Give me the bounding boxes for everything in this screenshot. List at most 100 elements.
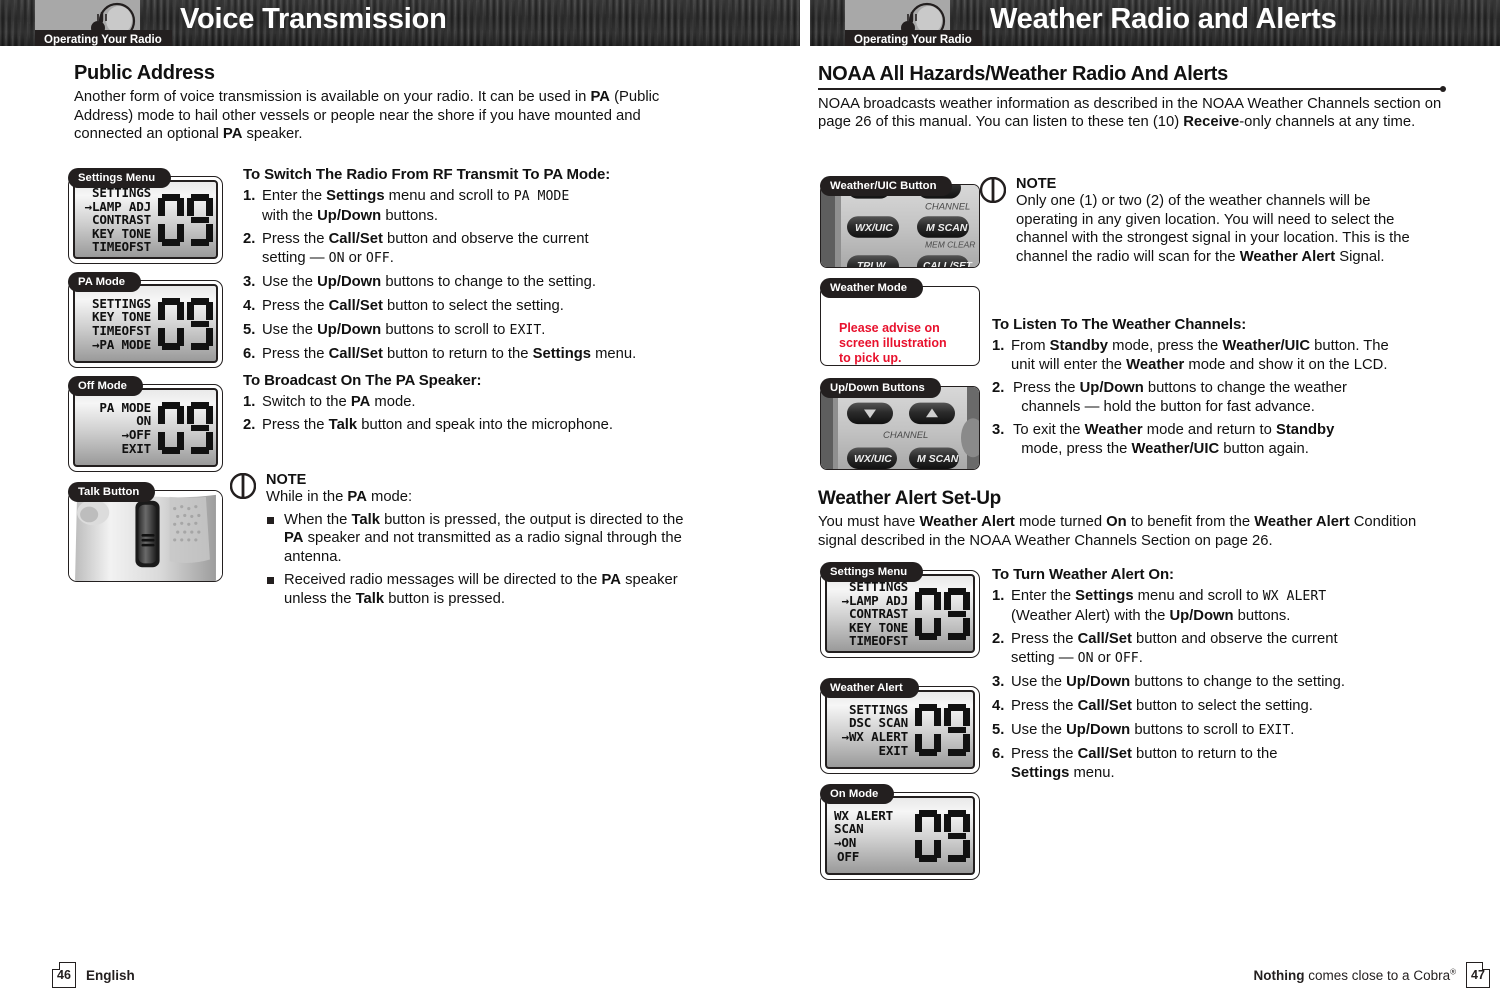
- right-header-tab: Operating Your Radio: [845, 30, 982, 46]
- card-talk-button: Talk Button: [68, 482, 223, 582]
- lcd-line: WX ALERT: [834, 807, 894, 823]
- proc1-steps: 1. Enter the Settings menu and scroll to …: [243, 187, 668, 364]
- step-item: 2. Press the Talk button and speak into t…: [243, 417, 613, 434]
- lcd-line: SETTINGS: [848, 701, 908, 717]
- note-lead: While in the PA mode:: [266, 489, 413, 505]
- note-bullet: When the Talk button is pressed, the out…: [266, 511, 696, 567]
- card-off-mode: PA MODE ON →OFF EXIT Off Mode: [68, 376, 223, 472]
- note-body: Only one (1) or two (2) of the weather c…: [1016, 193, 1410, 265]
- proc1-title: To Switch The Radio From RF Transmit To …: [243, 166, 611, 183]
- card-weather-mode: Please advise on screen illustration to pi…: [820, 278, 980, 366]
- svg-text:WX/UIC: WX/UIC: [855, 223, 893, 234]
- lcd-screen: SETTINGS →LAMP ADJ CONTRAST KEY TONE TIM…: [73, 180, 218, 259]
- lcd-line: SETTINGS: [91, 185, 151, 201]
- lcd-line: TIMEOFST: [91, 239, 151, 255]
- note-title: NOTE: [266, 472, 307, 488]
- left-note-block: NOTE While in the PA mode: When the Talk…: [230, 472, 696, 614]
- right-page-header: Weather Radio and Alerts Operating Your …: [810, 0, 1500, 46]
- lcd-line: KEY TONE: [848, 619, 908, 635]
- svg-text:MEM CLEAR: MEM CLEAR: [925, 240, 975, 250]
- lcd-channel-digits: [911, 576, 973, 651]
- card-weather-uic-button: CHANNEL WX/UIC M SCAN MEM CLEAR TRI W CA…: [820, 176, 980, 268]
- left-footer: 46 English: [51, 961, 135, 988]
- lcd-screen: SETTINGS DSC SCAN →WX ALERT EXIT: [825, 690, 975, 769]
- lcd-channel-digits: [911, 798, 973, 873]
- weather-alert-setup-section: Weather Alert Set-Up You must have Weath…: [818, 488, 1443, 550]
- talk-button-photo: [69, 491, 222, 581]
- lcd-line: KEY TONE: [91, 309, 151, 325]
- step-item: 5. Use the Up/Down buttons to scroll to E…: [243, 321, 546, 338]
- lcd-line: →WX ALERT: [841, 729, 909, 744]
- note-icon: [980, 177, 1006, 203]
- step-item: 4. Press the Call/Set button to select th…: [243, 297, 564, 314]
- lcd-line: KEY TONE: [91, 225, 151, 241]
- proc2-title: To Broadcast On The PA Speaker:: [243, 371, 482, 389]
- page-number-right: 47: [1466, 961, 1491, 988]
- lcd-screen: SETTINGS KEY TONE TIMEOFST →PA MODE: [73, 284, 218, 363]
- card-tab-label: Off Mode: [68, 376, 143, 396]
- lcd-screen: PA MODE ON →OFF EXIT: [73, 388, 218, 467]
- note-bullets: When the Talk button is pressed, the out…: [266, 511, 696, 609]
- footer-tagline: Nothing comes close to a Cobra®: [1253, 967, 1456, 983]
- step-item: 2. Press the Call/Set button and observe …: [243, 231, 589, 266]
- step-item: 1. Switch to the PA mode.: [243, 393, 416, 410]
- right-header-title: Weather Radio and Alerts: [990, 3, 1337, 35]
- lcd-line: SCAN: [834, 821, 864, 837]
- footer-language: English: [86, 967, 135, 983]
- card-tab-label: Settings Menu: [820, 562, 924, 582]
- weather-alert-setup-intro: You must have Weather Alert mode turned …: [818, 514, 1417, 549]
- lcd-line: ON: [136, 413, 151, 429]
- right-footer: Nothing comes close to a Cobra® 47: [1253, 961, 1491, 988]
- step-item: 6. Press the Call/Set button to return to…: [992, 746, 1278, 781]
- step-item: 3. To exit the Weather mode and return to…: [992, 422, 1335, 457]
- card-tab-label: Up/Down Buttons: [820, 378, 941, 398]
- card-tab-label: Weather/UIC Button: [820, 176, 953, 196]
- card-tab-label: Settings Menu: [68, 168, 172, 188]
- lcd-line: →ON: [834, 835, 857, 850]
- card-r-settings-menu: SETTINGS →LAMP ADJ CONTRAST KEY TONE TIM…: [820, 562, 980, 658]
- card-tab-label: On Mode: [820, 784, 895, 804]
- step-item: 6. Press the Call/Set button to return to…: [243, 346, 637, 363]
- lcd-line: TIMEOFST: [848, 633, 908, 649]
- section-title-weather-alert-setup: Weather Alert Set-Up: [818, 488, 1001, 509]
- left-instructions-column: To Switch The Radio From RF Transmit To …: [243, 166, 668, 440]
- left-header-tab: Operating Your Radio: [35, 30, 172, 46]
- svg-text:M SCAN: M SCAN: [926, 223, 968, 234]
- lcd-line: TIMEOFST: [91, 323, 151, 338]
- lcd-line: EXIT: [121, 440, 151, 456]
- footer-tagline-bold: Nothing: [1253, 967, 1305, 983]
- lcd-line: SETTINGS: [91, 295, 151, 311]
- proc2-steps: 1. Switch to the PA mode. 2. Press the Tal…: [243, 393, 668, 435]
- lcd-line: →LAMP ADJ: [841, 592, 909, 608]
- card-pa-mode: SETTINGS KEY TONE TIMEOFST →PA MODE PA M…: [68, 272, 223, 368]
- lcd-screen: WX ALERT SCAN →ON OFF: [825, 796, 975, 875]
- weather-uic-keypad-photo: CHANNEL WX/UIC M SCAN MEM CLEAR TRI W CA…: [821, 185, 979, 267]
- right-note-block: NOTE Only one (1) or two (2) of the weat…: [980, 176, 1486, 266]
- lcd-line: CONTRAST: [848, 606, 908, 622]
- left-page: Voice Transmission Operating Your Radio …: [0, 0, 800, 1008]
- svg-text:CHANNEL: CHANNEL: [925, 202, 970, 212]
- card-tab-label: Weather Mode: [820, 278, 923, 298]
- r-proc1-title: To Listen To The Weather Channels:: [992, 316, 1247, 333]
- step-item: 1. Enter the Settings menu and scroll to …: [992, 588, 1327, 624]
- card-on-mode: WX ALERT SCAN →ON OFF On Mode: [820, 784, 980, 880]
- card-up-down-buttons: CHANNEL WX/UIC M SCAN Up/Down Buttons: [820, 378, 980, 470]
- page-number-left: 46: [51, 961, 76, 988]
- card-tab-label: Weather Alert: [820, 678, 919, 698]
- note-icon: [230, 473, 256, 499]
- public-address-section: Public Address Another form of voice tra…: [74, 62, 666, 144]
- step-item: 2. Press the Up/Down buttons to change th…: [992, 380, 1347, 415]
- svg-text:CHANNEL: CHANNEL: [883, 430, 928, 440]
- svg-text:CALL/SET: CALL/SET: [923, 261, 973, 267]
- r-proc2-steps: 1. Enter the Settings menu and scroll to …: [992, 587, 1462, 782]
- section-title-public-address: Public Address: [74, 62, 215, 84]
- noaa-intro: NOAA broadcasts weather information as d…: [818, 95, 1442, 131]
- svg-text:TRI W: TRI W: [857, 261, 887, 267]
- card-tab-label: Talk Button: [68, 482, 156, 502]
- card-settings-menu: SETTINGS →LAMP ADJ CONTRAST KEY TONE TIM…: [68, 168, 223, 264]
- step-item: 3. Use the Up/Down buttons to change to t…: [243, 274, 596, 291]
- r-proc1-steps: 1. From Standby mode, press the Weather/U…: [992, 337, 1472, 459]
- lcd-line: PA MODE: [99, 399, 151, 415]
- step-item: 1. From Standby mode, press the Weather/U…: [992, 338, 1389, 373]
- left-header-title: Voice Transmission: [180, 3, 447, 35]
